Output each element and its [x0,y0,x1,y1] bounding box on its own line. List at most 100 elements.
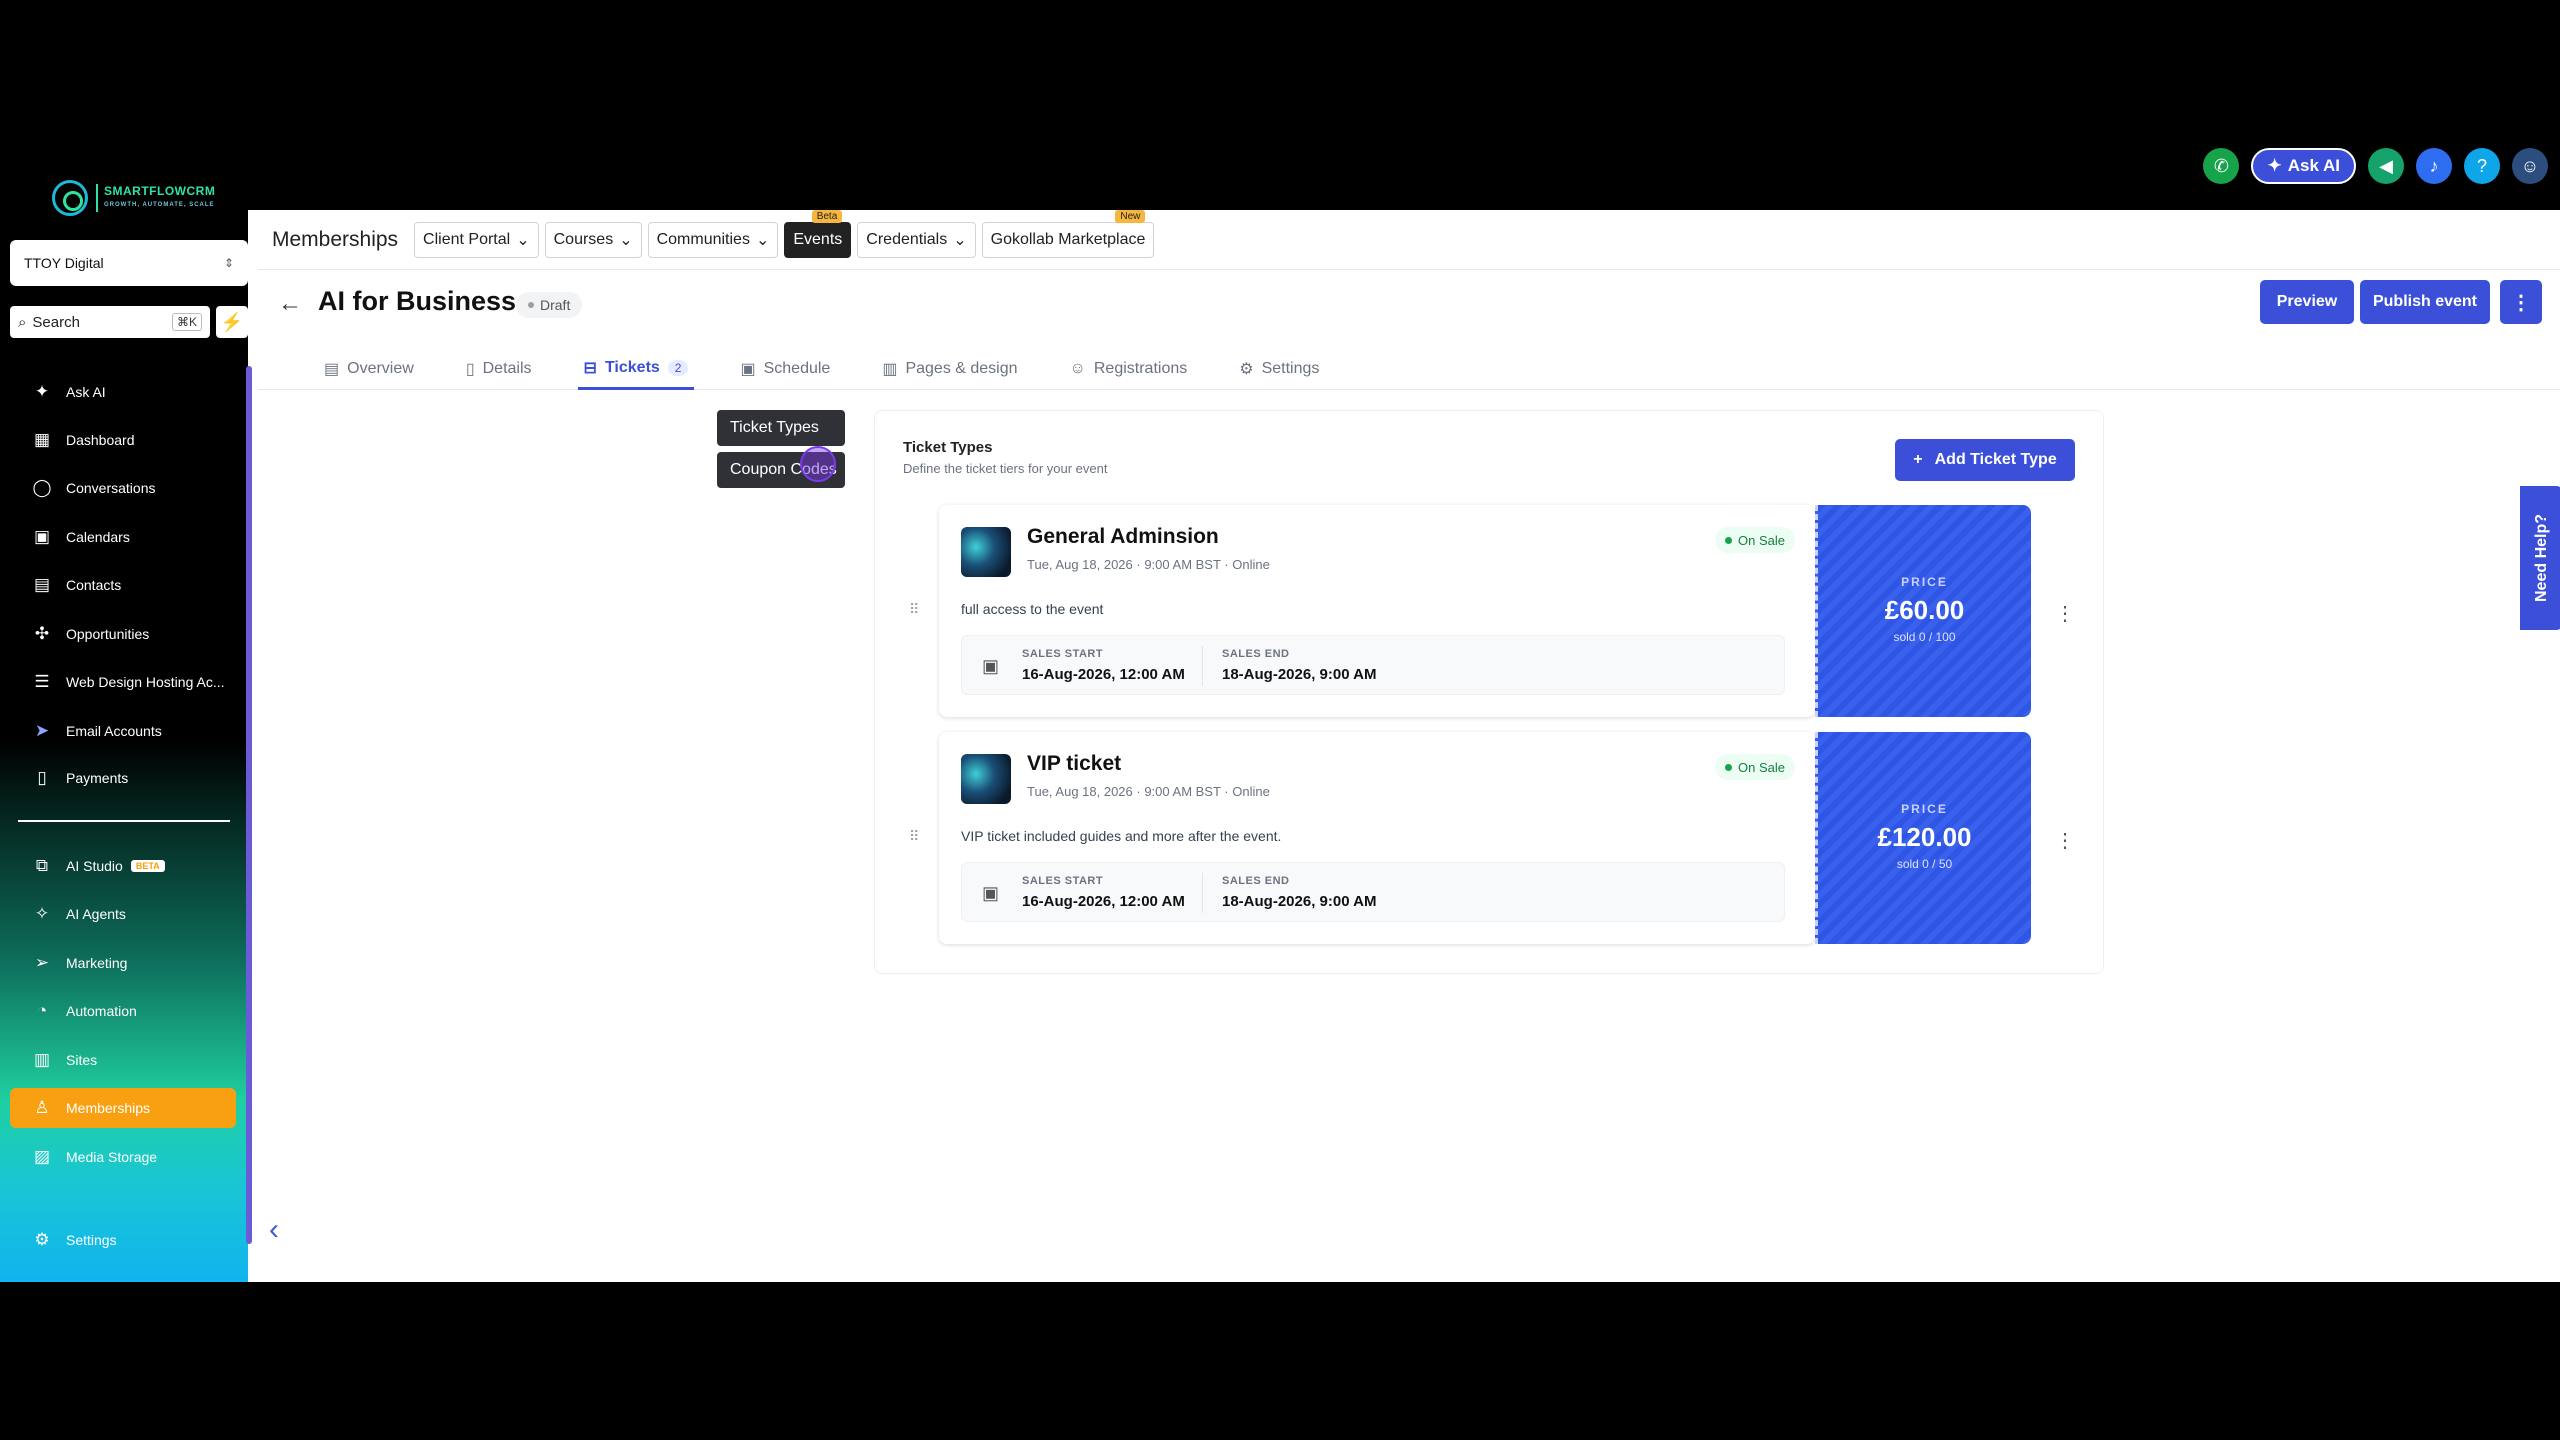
add-ticket-type-button[interactable]: + Add Ticket Type [1895,439,2075,481]
nav-communities[interactable]: Communities ⌄ [647,221,779,258]
sales-divider [1202,646,1203,686]
ticket-info[interactable]: General Adminsion Tue, Aug 18, 2026 · 9:… [939,505,1815,717]
collapse-sidebar-button[interactable]: ‹ [254,1202,294,1258]
sidebar-item-contacts[interactable]: ▤ Contacts [10,565,236,605]
tab-details[interactable]: ▯ Details [460,348,538,390]
account-switcher[interactable]: TTOY Digital ⇕ [10,240,248,286]
preview-button[interactable]: Preview [2260,280,2354,324]
sidebar-item-conversations[interactable]: ◯ Conversations [10,468,236,508]
sidebar-item-label: Payments [66,770,129,786]
file-icon: ▯ [465,361,475,378]
sidebar-item-sites[interactable]: ▥ Sites [10,1040,236,1080]
sidebar-item-ask-ai[interactable]: ✦ Ask AI [10,372,236,412]
sales-divider [1202,873,1203,913]
ticket-info[interactable]: VIP ticket Tue, Aug 18, 2026 · 9:00 AM B… [939,732,1815,944]
nav-label: Communities [656,230,750,248]
sidebar-item-payments[interactable]: ▯ Payments [10,758,236,798]
drag-handle-icon[interactable]: ⠿ [909,601,919,618]
price-value: £120.00 [1877,822,1972,852]
status-label: On Sale [1738,532,1785,548]
tab-settings[interactable]: ⚙ Settings [1233,348,1325,390]
bolt-icon: ⚡ [220,311,244,332]
chevron-left-icon: ‹ [269,1213,279,1246]
sidebar-item-label: Memberships [66,1100,151,1116]
tab-schedule[interactable]: ▣ Schedule [734,348,836,390]
help-icon[interactable]: ? [2464,148,2500,184]
bell-icon[interactable]: ♪ [2416,148,2452,184]
beta-badge: BETA [130,860,165,872]
calendar-icon: ▣ [33,527,51,546]
sidebar-item-marketing[interactable]: ➢ Marketing [10,943,236,983]
sidebar-item-dashboard[interactable]: ▦ Dashboard [10,420,236,460]
nav-label: Events [793,230,843,248]
nav-label: Client Portal [423,230,511,248]
sidebar-item-label: Sites [66,1052,98,1068]
need-help-tab[interactable]: Need Help? [2520,486,2560,630]
users-icon: ☺ [1069,360,1086,377]
search-label: Search [32,313,80,331]
ticket-menu-icon[interactable]: ⋮ [2055,828,2075,853]
ticket-menu-icon[interactable]: ⋮ [2055,601,2075,626]
marketing-icon: ➢ [34,953,50,972]
more-options-button[interactable]: ⋮ [2500,280,2542,324]
beta-tag: Beta [811,209,843,223]
search-shortcut: ⌘K [171,313,202,331]
tab-label: Registrations [1093,360,1188,377]
module-title: Memberships [272,227,399,251]
phone-icon[interactable]: ✆ [2203,148,2240,184]
sidebar-item-automation[interactable]: ◔ Automation [10,991,236,1031]
sidebar-item-calendars[interactable]: ▣ Calendars [10,517,236,557]
grid-icon: ▦ [33,430,51,449]
sidebar-item-memberships[interactable]: ♙ Memberships [10,1088,236,1128]
sales-end-label: SALES END [1222,648,1290,660]
ticket-types-tab[interactable]: Ticket Types [717,410,845,446]
quick-actions-button[interactable]: ⚡ [216,306,248,338]
page-title: AI for Business [318,286,517,316]
status-label: Draft [540,297,571,313]
nav-events[interactable]: Events Beta [784,209,852,258]
sold-count: sold 0 / 100 [1893,630,1956,644]
event-tabs: ▤ Overview ▯ Details ⊟ Tickets 2 ▣ Schedule ▥… [318,348,1325,390]
sidebar-item-label: Automation [66,1003,137,1019]
nav-credentials[interactable]: Credentials ⌄ [857,221,976,258]
sidebar-item-email-accounts[interactable]: ➤ Email Accounts [10,711,236,751]
sidebar-item-ai-agents[interactable]: ✧ AI Agents [10,894,236,934]
sidebar-item-settings[interactable]: ⚙ Settings [10,1220,236,1260]
avatar[interactable]: ☺ [2512,148,2548,184]
tab-pages-design[interactable]: ▥ Pages & design [876,348,1023,390]
sidebar-item-label: AI Agents [66,906,126,922]
sidebar-scrollbar[interactable] [246,366,252,1244]
drag-handle-icon[interactable]: ⠿ [909,828,919,845]
sidebar-search[interactable]: ⌕ Search ⌘K [10,306,210,338]
sidebar: SMARTFLOWCRM GROWTH, AUTOMATE, SCALE TTOY… [0,180,248,1282]
publish-event-button[interactable]: Publish event [2360,280,2490,324]
sales-end-value: 18-Aug-2026, 9:00 AM [1222,666,1377,683]
sidebar-item-opportunities[interactable]: ✣ Opportunities [10,614,236,654]
on-sale-badge: On Sale [1715,754,1795,780]
ai-studio-icon: ⧉ [35,856,49,875]
sales-end-label: SALES END [1222,875,1290,887]
nav-courses[interactable]: Courses ⌄ [544,221,642,258]
sales-start-label: SALES START [1022,648,1104,660]
nav-gokollab-marketplace[interactable]: Gokollab Marketplace New [981,209,1155,258]
tab-registrations[interactable]: ☺ Registrations [1064,348,1194,390]
price-label: PRICE [1901,802,1948,816]
on-sale-badge: On Sale [1715,527,1795,553]
sidebar-item-ai-studio[interactable]: ⧉ AI Studio BETA [10,846,236,886]
tab-tickets[interactable]: ⊟ Tickets 2 [577,348,695,390]
new-tag: New [1115,209,1146,223]
tab-overview[interactable]: ▤ Overview [318,348,420,390]
calendar-icon: ▣ [982,883,1000,903]
send-icon: ➤ [34,721,50,740]
sidebar-item-label: AI Studio [66,858,123,874]
nav-client-portal[interactable]: Client Portal ⌄ [414,221,539,258]
ticket-description: full access to the event [961,601,1104,617]
chevron-down-icon: ⌄ [619,231,633,249]
megaphone-icon[interactable]: ◀ [2368,148,2404,184]
sidebar-item-web-design-hosting[interactable]: ☰ Web Design Hosting Ac... [10,662,236,702]
ask-ai-button[interactable]: ✦ Ask AI [2251,148,2356,184]
logo-icon [52,180,88,216]
sales-window: ▣ SALES START 16-Aug-2026, 12:00 AM SALE… [961,862,1785,922]
back-arrow-icon[interactable]: ← [278,290,302,318]
sidebar-item-media-storage[interactable]: ▨ Media Storage [10,1137,236,1177]
